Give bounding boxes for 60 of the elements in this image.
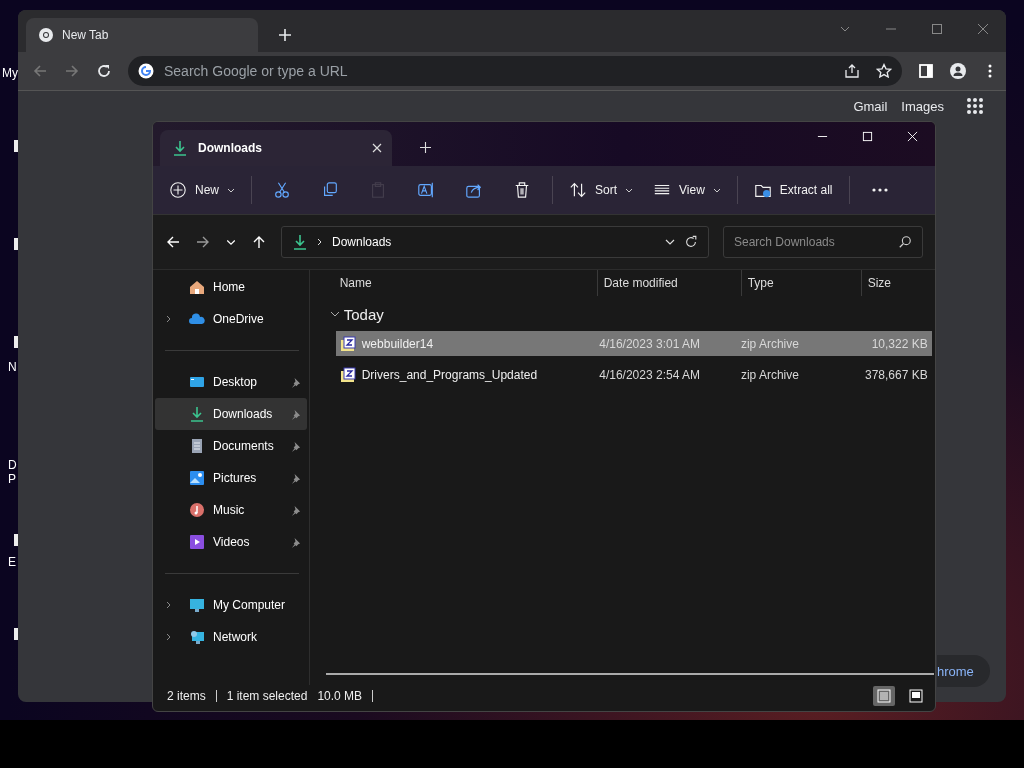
status-text: 2 items: [167, 689, 206, 703]
toolbar-button[interactable]: Extract all: [745, 173, 841, 207]
nav-item[interactable]: My Computer: [155, 589, 307, 621]
nav-label: Documents: [213, 439, 274, 453]
address-input[interactable]: Search Google or type a URL: [162, 62, 466, 80]
breadcrumb[interactable]: Downloads: [332, 235, 392, 249]
nav-label: Network: [213, 630, 257, 644]
nav-label: Desktop: [213, 375, 258, 389]
file-row[interactable]: Drivers_and_Programs_Updated 4/16/2023 2:54 AM zip Archive 378,667 KB: [335, 362, 932, 387]
header-link[interactable]: Images: [901, 98, 944, 114]
tab-title: Downloads: [198, 141, 263, 155]
column-header[interactable]: Name: [325, 270, 598, 296]
customize-button[interactable]: hrome: [937, 655, 990, 687]
column-header[interactable]: Date modified: [597, 270, 742, 296]
nav-label: Pictures: [213, 471, 257, 485]
desktop-icon-label: My: [2, 66, 18, 80]
nav-item[interactable]: OneDrive: [155, 303, 307, 335]
desktop-icon-label: N: [8, 360, 17, 374]
toolbar-button[interactable]: New: [161, 173, 243, 207]
nav-label: My Computer: [213, 598, 286, 612]
nav-label: Home: [213, 280, 245, 294]
toolbar-button[interactable]: View: [645, 173, 729, 207]
nav-item[interactable]: Music: [155, 494, 307, 526]
nav-item[interactable]: Home: [155, 271, 307, 303]
nav-item[interactable]: Downloads: [155, 398, 307, 430]
file-name: webbuilder14: [361, 336, 434, 351]
size-cell-text: 10,322 KB: [870, 336, 929, 351]
date-cell-text: 4/16/2023 2:54 AM: [598, 367, 701, 382]
nav-item[interactable]: Desktop: [155, 366, 307, 398]
nav-label: Videos: [213, 535, 250, 549]
date-cell-text: 4/16/2023 3:01 AM: [598, 336, 701, 351]
nav-label: Downloads: [213, 407, 273, 421]
search-box[interactable]: Search Downloads: [723, 226, 923, 258]
header-link[interactable]: Gmail: [853, 98, 888, 114]
nav-item[interactable]: Pictures: [155, 462, 307, 494]
nav-item[interactable]: Videos: [155, 526, 307, 558]
type-cell-text: zip Archive: [739, 367, 800, 382]
omnibox[interactable]: Search Google or type a URL: [128, 56, 902, 86]
nav-label: OneDrive: [213, 312, 264, 326]
search-input[interactable]: Search Downloads: [732, 234, 898, 250]
desktop-icon-label: E: [8, 555, 16, 569]
browser-tab[interactable]: New Tab: [26, 18, 258, 52]
nav-item[interactable]: Documents: [155, 430, 307, 462]
nav-label: Music: [213, 503, 245, 517]
desktop-icon-label: P: [8, 472, 16, 486]
explorer-tab[interactable]: Downloads: [160, 130, 392, 166]
desktop-icon-label: D: [8, 458, 17, 472]
column-header[interactable]: Size: [861, 270, 935, 296]
size-cell-text: 378,667 KB: [864, 367, 929, 382]
address-bar[interactable]: Downloads: [281, 226, 709, 258]
group-header[interactable]: Today: [325, 297, 935, 331]
column-header[interactable]: Type: [741, 270, 862, 296]
file-name: Drivers_and_Programs_Updated: [361, 367, 538, 382]
toolbar-button[interactable]: Sort: [561, 173, 642, 207]
status-text: 1 item selected: [226, 689, 308, 703]
status-text: 10.0 MB: [317, 689, 363, 703]
type-cell-text: zip Archive: [739, 336, 800, 351]
tab-title: New Tab: [62, 28, 109, 42]
nav-item[interactable]: Network: [155, 621, 307, 653]
file-row[interactable]: webbuilder14 4/16/2023 3:01 AM zip Archive 10,322 KB: [335, 331, 932, 356]
